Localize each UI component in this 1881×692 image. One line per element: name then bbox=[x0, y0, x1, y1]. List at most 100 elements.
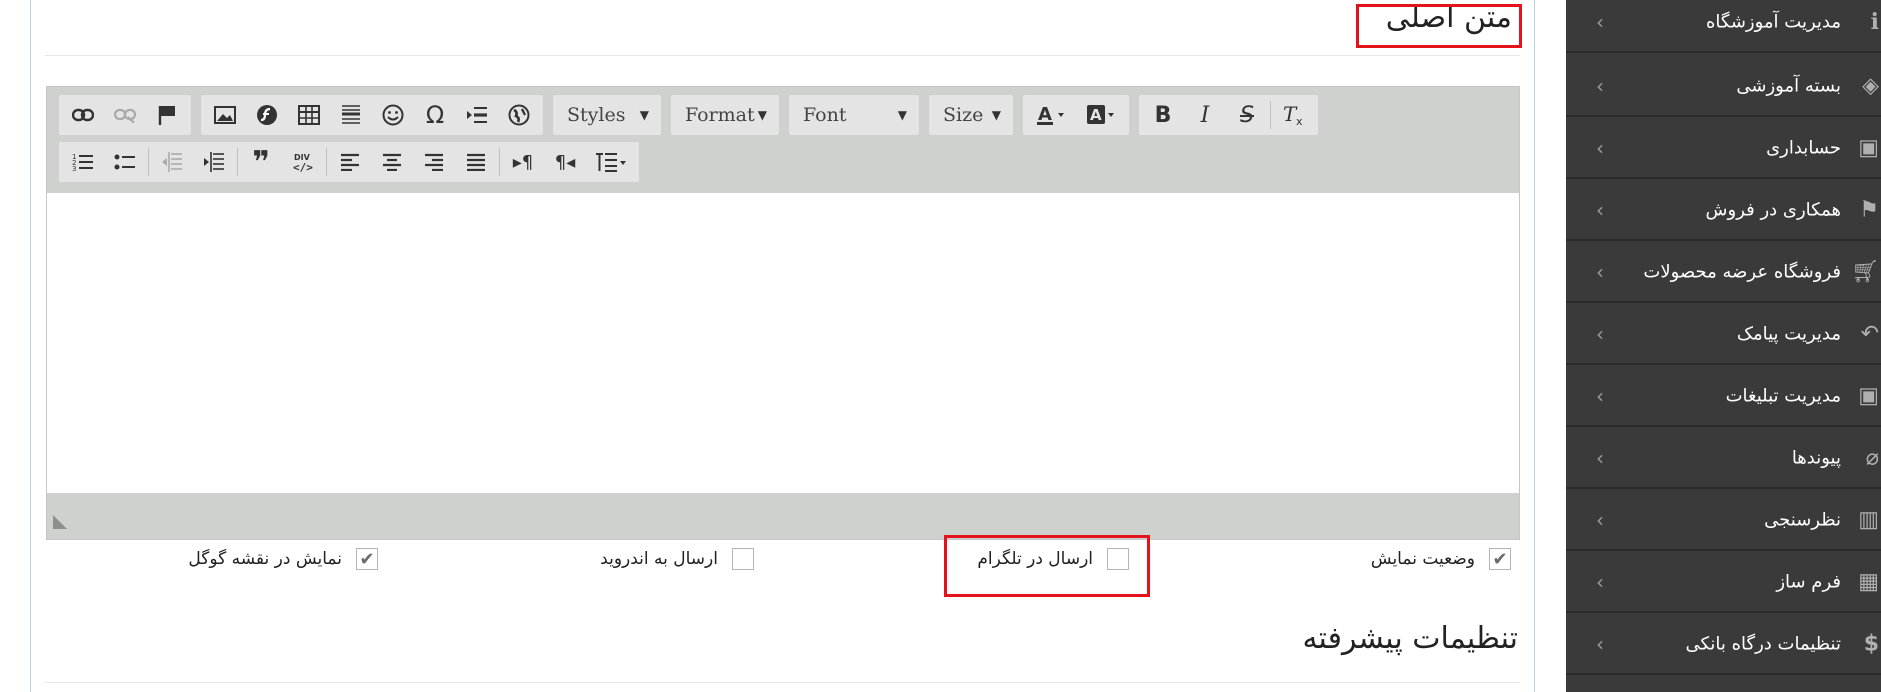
unlink-icon[interactable] bbox=[104, 97, 146, 133]
sidebar-item-products-store[interactable]: ‹ فروشگاه عرضه محصولات 🛒︎ bbox=[1566, 242, 1881, 303]
svg-text:x: x bbox=[1296, 115, 1303, 126]
chevron-left-icon: ‹ bbox=[1596, 631, 1604, 656]
sidebar-item-bank-gateway-settings[interactable]: ‹ تنظیمات درگاه بانکی $ bbox=[1566, 614, 1881, 675]
sidebar-item-label: فروشگاه عرضه محصولات bbox=[1643, 261, 1841, 282]
sidebar-item-label: همکاری در فروش bbox=[1705, 199, 1841, 220]
indent-icon[interactable] bbox=[193, 144, 235, 180]
flash-icon[interactable] bbox=[246, 97, 288, 133]
smiley-icon[interactable] bbox=[372, 97, 414, 133]
flag-icon: ⚑ bbox=[1859, 197, 1879, 222]
dollar-icon: $ bbox=[1863, 631, 1879, 656]
sidebar-item-label: حسابداری bbox=[1766, 137, 1841, 158]
text-direction-ltr-icon[interactable]: ▸¶ bbox=[502, 144, 544, 180]
page-break-icon[interactable] bbox=[456, 97, 498, 133]
horizontal-rule-icon[interactable] bbox=[330, 97, 372, 133]
styles-dropdown[interactable]: Styles ▼ bbox=[553, 95, 661, 135]
background-color-icon[interactable]: A bbox=[1076, 97, 1126, 133]
sidebar-menu: ‹ مدیریت آموزشگاه i ‹ بسته آموزشی ◈ ‹ حس… bbox=[1566, 0, 1881, 692]
sidebar-item-label: فرم ساز bbox=[1776, 571, 1841, 592]
align-right-icon[interactable] bbox=[413, 144, 455, 180]
sidebar-item-label: بسته آموزشی bbox=[1736, 75, 1841, 96]
special-char-icon[interactable]: Ω bbox=[414, 97, 456, 133]
sidebar-item-label: مدیریت تبلیغات bbox=[1725, 385, 1841, 406]
toolbar-group-paragraph: 123 ❞ DIV </> ▸¶ ¶◂ bbox=[59, 142, 639, 182]
sidebar-item-form-builder[interactable]: ‹ فرم ساز ▦ bbox=[1566, 552, 1881, 613]
text-color-icon[interactable]: A bbox=[1026, 97, 1076, 133]
align-center-icon[interactable] bbox=[371, 144, 413, 180]
left-gutter bbox=[0, 0, 31, 692]
italic-icon[interactable]: I bbox=[1184, 97, 1226, 133]
option-show-google-map[interactable]: ✔ نمایش در نقشه گوگل bbox=[188, 548, 378, 570]
editor-content-area[interactable] bbox=[47, 193, 1519, 493]
resize-handle-icon[interactable] bbox=[53, 515, 67, 529]
layers-icon: ◈ bbox=[1862, 73, 1879, 98]
numbered-list-icon[interactable]: 123 bbox=[62, 144, 104, 180]
language-icon[interactable] bbox=[586, 144, 636, 180]
sidebar-item-label: نظرسنجی bbox=[1764, 509, 1841, 530]
sidebar-item-links[interactable]: ‹ پیوندها ⌀ bbox=[1566, 428, 1881, 489]
size-dropdown[interactable]: Size ▼ bbox=[929, 95, 1013, 135]
reply-icon: ↶ bbox=[1860, 321, 1879, 346]
sidebar-item-ads-management[interactable]: ‹ مدیریت تبلیغات ▣ bbox=[1566, 366, 1881, 427]
display-status-checkbox[interactable]: ✔ bbox=[1489, 548, 1511, 570]
font-dropdown[interactable]: Font ▼ bbox=[789, 95, 919, 135]
font-label: Font bbox=[803, 104, 847, 126]
styles-label: Styles bbox=[567, 104, 626, 126]
remove-format-icon[interactable]: Tx bbox=[1273, 97, 1315, 133]
cart-icon: 🛒︎ bbox=[1851, 259, 1879, 284]
blockquote-icon[interactable]: ❞ bbox=[240, 144, 282, 180]
divider-bottom bbox=[45, 682, 1520, 683]
image-icon[interactable] bbox=[204, 97, 246, 133]
chevron-left-icon: ‹ bbox=[1596, 259, 1604, 284]
title-highlight-box bbox=[1356, 4, 1522, 48]
chevron-left-icon: ‹ bbox=[1596, 445, 1604, 470]
iframe-globe-icon[interactable] bbox=[498, 97, 540, 133]
sidebar-item-educational-package[interactable]: ‹ بسته آموزشی ◈ bbox=[1566, 56, 1881, 117]
toolbar-separator bbox=[326, 148, 327, 176]
sidebar-item-institute-management[interactable]: ‹ مدیریت آموزشگاه i bbox=[1566, 0, 1881, 53]
send-telegram-label: ارسال در تلگرام bbox=[977, 549, 1093, 569]
chevron-left-icon: ‹ bbox=[1596, 569, 1604, 594]
sidebar-item-label: پیوندها bbox=[1791, 447, 1841, 468]
toolbar-group-basic: B I S Tx bbox=[1139, 95, 1318, 135]
toolbar-separator bbox=[148, 148, 149, 176]
toolbar-separator bbox=[499, 148, 500, 176]
bulleted-list-icon[interactable] bbox=[104, 144, 146, 180]
div-container-icon[interactable]: DIV </> bbox=[282, 144, 324, 180]
send-android-label: ارسال به اندروید bbox=[600, 549, 718, 569]
table-icon: ▦ bbox=[1858, 569, 1879, 594]
align-left-icon[interactable] bbox=[329, 144, 371, 180]
anchor-flag-icon[interactable] bbox=[146, 97, 188, 133]
strikethrough-icon[interactable]: S bbox=[1226, 97, 1268, 133]
toolbar-separator bbox=[1270, 101, 1271, 129]
sidebar-item-label: مدیریت آموزشگاه bbox=[1705, 11, 1841, 32]
option-display-status[interactable]: ✔ وضعیت نمایش bbox=[1371, 548, 1511, 570]
outdent-icon[interactable] bbox=[151, 144, 193, 180]
send-android-checkbox[interactable] bbox=[732, 548, 754, 570]
option-send-telegram[interactable]: ارسال در تلگرام bbox=[977, 548, 1129, 570]
checkmark-icon: ✔ bbox=[1492, 548, 1508, 570]
bold-icon[interactable]: B bbox=[1142, 97, 1184, 133]
sidebar-item-accounting[interactable]: ‹ حسابداری ▣ bbox=[1566, 118, 1881, 179]
toolbar-group-insert: Ω bbox=[201, 95, 543, 135]
format-label: Format bbox=[685, 104, 755, 126]
size-label: Size bbox=[943, 104, 984, 126]
main-content: متن اصلی Ω Styles ▼ Format ▼ Font ▼ Size… bbox=[31, 0, 1535, 692]
chevron-down-icon: ▼ bbox=[757, 108, 767, 122]
svg-text:</>: </> bbox=[293, 161, 313, 173]
format-dropdown[interactable]: Format ▼ bbox=[671, 95, 779, 135]
svg-text:3: 3 bbox=[72, 165, 76, 172]
option-send-android[interactable]: ارسال به اندروید bbox=[600, 548, 754, 570]
show-google-map-checkbox[interactable]: ✔ bbox=[356, 548, 378, 570]
table-icon[interactable] bbox=[288, 97, 330, 133]
chevron-down-icon: ▼ bbox=[639, 108, 649, 122]
toolbar-row-1: Ω Styles ▼ Format ▼ Font ▼ Size ▼ A A B … bbox=[59, 95, 1328, 135]
svg-text:A: A bbox=[1090, 106, 1102, 124]
align-justify-icon[interactable] bbox=[455, 144, 497, 180]
sidebar-item-sms-management[interactable]: ‹ مدیریت پیامک ↶ bbox=[1566, 304, 1881, 365]
link-icon[interactable] bbox=[62, 97, 104, 133]
sidebar-item-polls[interactable]: ‹ نظرسنجی ▥ bbox=[1566, 490, 1881, 551]
sidebar-item-affiliate-sales[interactable]: ‹ همکاری در فروش ⚑ bbox=[1566, 180, 1881, 241]
text-direction-rtl-icon[interactable]: ¶◂ bbox=[544, 144, 586, 180]
send-telegram-checkbox[interactable] bbox=[1107, 548, 1129, 570]
